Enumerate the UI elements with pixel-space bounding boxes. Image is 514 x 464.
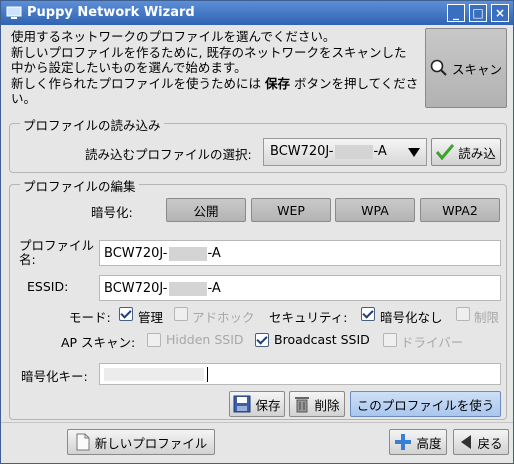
profile-select[interactable]: BCW720J- -A xyxy=(263,138,427,166)
advanced-button[interactable]: 高度 xyxy=(389,429,447,455)
description-line: い。 xyxy=(11,91,37,106)
save-button-label: 保存 xyxy=(255,397,281,413)
encryption-wep-button[interactable]: WEP xyxy=(251,198,331,222)
new-profile-button[interactable]: 新しいプロファイル xyxy=(67,429,215,455)
profile-name-label-cont: 名: xyxy=(19,252,36,267)
delete-button-label: 削除 xyxy=(314,397,340,413)
description-text: 使用するネットワークのプロファイルを選んでください。 新しいプロファイルを作るた… xyxy=(11,29,423,107)
plus-icon xyxy=(395,434,412,450)
security-restricted-label: 制限 xyxy=(474,310,500,325)
mode-label: モード: xyxy=(69,310,111,325)
trash-icon xyxy=(295,397,310,413)
description-line: 新しいプロファイルを作るために, 既存のネットワークをスキャンした xyxy=(11,44,407,60)
load-button[interactable]: 読み込 xyxy=(431,138,501,166)
encryption-wpa2-button[interactable]: WPA2 xyxy=(420,198,500,222)
chevron-down-icon xyxy=(408,148,420,157)
broadcast-ssid-label: Broadcast SSID xyxy=(274,332,370,347)
document-icon xyxy=(76,433,90,451)
profile-name-field[interactable]: BCW720J- -A xyxy=(99,240,501,266)
redaction-mask xyxy=(334,144,373,159)
mode-adhoc-checkbox[interactable] xyxy=(174,307,188,321)
scan-button[interactable]: スキャン xyxy=(425,28,507,108)
redaction-mask xyxy=(104,368,204,381)
minimize-icon[interactable]: _ xyxy=(447,4,465,22)
mode-managed-label: 管理 xyxy=(138,310,164,325)
hidden-ssid-label: Hidden SSID xyxy=(166,332,244,347)
back-button-label: 戻る xyxy=(477,435,503,451)
encryption-wpa-button[interactable]: WPA xyxy=(335,198,415,222)
redaction-mask xyxy=(168,246,207,261)
close-icon[interactable]: × xyxy=(491,4,509,22)
description-line: 使用するネットワークのプロファイルを選んでください。 xyxy=(11,29,336,44)
description-line: 中から設定したいものを選んで始めます。 xyxy=(11,60,247,75)
driver-label: ドライバー xyxy=(401,335,464,350)
ap-scan-label: AP スキャン: xyxy=(61,335,136,350)
essid-field[interactable]: BCW720J- -A xyxy=(99,275,501,301)
encryption-open-button[interactable]: 公開 xyxy=(166,198,246,222)
use-profile-button[interactable]: このプロファイルを使う xyxy=(350,391,501,417)
title-bar[interactable]: Puppy Network Wizard _ □ × xyxy=(1,1,513,25)
encryption-key-input[interactable] xyxy=(99,363,501,385)
text-cursor xyxy=(207,367,208,382)
maximize-icon[interactable]: □ xyxy=(469,4,487,22)
save-button[interactable]: 保存 xyxy=(229,391,285,417)
security-label: セキュリティ: xyxy=(269,310,348,325)
description-line: 新しく作られたプロファイルを使うためには 保存 ボタンを押してくださ xyxy=(11,75,419,91)
redaction-mask xyxy=(168,281,207,296)
network-icon xyxy=(6,6,22,19)
scan-icon xyxy=(430,59,447,76)
select-profile-label: 読み込むプロファイルの選択: xyxy=(85,147,252,162)
wizard-window: Puppy Network Wizard _ □ × 使用するネットワークのプロ… xyxy=(0,0,514,464)
mode-managed-checkbox[interactable] xyxy=(119,307,133,321)
back-arrow-icon xyxy=(461,435,472,449)
delete-button[interactable]: 削除 xyxy=(289,391,345,417)
hidden-ssid-checkbox[interactable] xyxy=(147,333,161,347)
driver-checkbox[interactable] xyxy=(383,333,397,347)
window-title: Puppy Network Wizard xyxy=(27,5,195,20)
save-icon xyxy=(233,395,251,413)
back-button[interactable]: 戻る xyxy=(453,429,509,455)
load-profile-title: プロファイルの読み込み xyxy=(20,115,164,134)
encryption-key-label: 暗号化キー: xyxy=(21,369,88,384)
security-none-checkbox[interactable] xyxy=(361,307,375,321)
edit-profile-title: プロファイルの編集 xyxy=(20,176,139,195)
broadcast-ssid-checkbox[interactable] xyxy=(255,333,269,347)
essid-label: ESSID: xyxy=(27,279,69,294)
encryption-label: 暗号化: xyxy=(91,205,133,220)
mode-adhoc-label: アドホック xyxy=(192,310,255,325)
security-none-label: 暗号化なし xyxy=(380,310,443,325)
scan-button-label: スキャン xyxy=(451,61,502,77)
new-profile-label: 新しいプロファイル xyxy=(94,435,208,451)
checkmark-icon xyxy=(436,144,455,160)
load-button-label: 読み込 xyxy=(458,145,496,161)
footer-divider xyxy=(1,422,513,423)
advanced-button-label: 高度 xyxy=(416,435,442,451)
security-restricted-checkbox[interactable] xyxy=(456,307,470,321)
